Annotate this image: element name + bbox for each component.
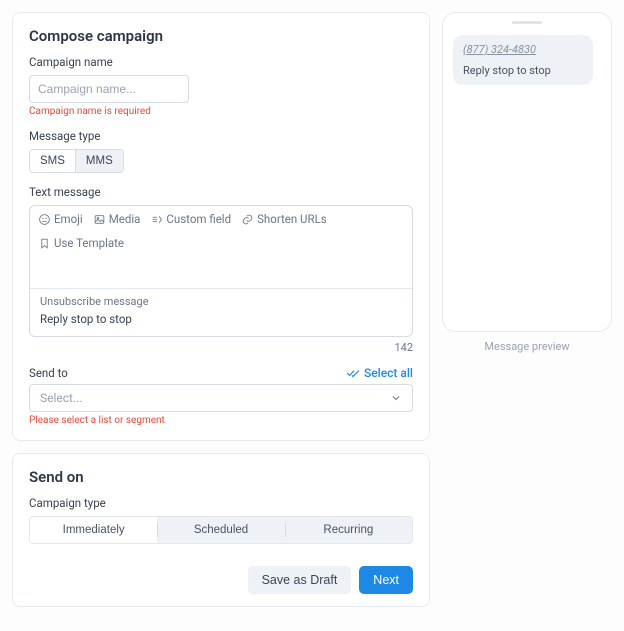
char-counter: 142 xyxy=(29,341,413,354)
message-type-mms[interactable]: MMS xyxy=(75,150,123,172)
link-icon xyxy=(241,213,254,226)
message-editor: Emoji Media Custom field Shorten UR xyxy=(29,205,413,337)
send-on-panel: Send on Campaign type Immediately Schedu… xyxy=(12,453,430,607)
media-icon xyxy=(93,213,106,226)
phone-preview: (877) 324-4830 Reply stop to stop xyxy=(442,12,612,332)
send-to-error: Please select a list or segment xyxy=(29,415,413,426)
emoji-icon xyxy=(38,213,51,226)
send-on-title: Send on xyxy=(29,468,413,486)
preview-phone-number: (877) 324-4830 xyxy=(463,43,583,56)
preview-body: Reply stop to stop xyxy=(463,64,551,77)
tool-custom-field[interactable]: Custom field xyxy=(150,212,231,226)
select-all-button[interactable]: Select all xyxy=(346,366,413,380)
send-to-dropdown[interactable]: Select... xyxy=(29,384,413,412)
campaign-name-group: Campaign name Campaign name is required xyxy=(29,55,413,117)
bookmark-icon xyxy=(38,237,51,250)
tool-use-template-label: Use Template xyxy=(54,236,124,250)
campaign-type-label: Campaign type xyxy=(29,496,413,510)
save-draft-button[interactable]: Save as Draft xyxy=(248,566,352,594)
preview-bubble: (877) 324-4830 Reply stop to stop xyxy=(453,35,593,85)
preview-caption: Message preview xyxy=(442,340,612,353)
tool-custom-field-label: Custom field xyxy=(166,212,231,226)
send-to-label: Send to xyxy=(29,366,68,380)
campaign-name-error: Campaign name is required xyxy=(29,106,413,117)
tool-emoji[interactable]: Emoji xyxy=(38,212,83,226)
tab-immediately[interactable]: Immediately xyxy=(30,517,157,543)
tab-scheduled[interactable]: Scheduled xyxy=(157,517,284,543)
custom-field-icon xyxy=(150,213,163,226)
message-type-group: Message type SMS MMS xyxy=(29,129,413,173)
unsubscribe-text: Reply stop to stop xyxy=(40,312,402,326)
compose-panel: Compose campaign Campaign name Campaign … xyxy=(12,12,430,441)
campaign-name-label: Campaign name xyxy=(29,55,413,69)
select-all-label: Select all xyxy=(364,366,413,380)
tab-recurring[interactable]: Recurring xyxy=(285,517,412,543)
campaign-name-input[interactable] xyxy=(29,75,189,103)
text-message-label: Text message xyxy=(29,185,413,199)
compose-title: Compose campaign xyxy=(29,27,413,45)
unsubscribe-block: Unsubscribe message Reply stop to stop xyxy=(30,288,412,336)
text-message-group: Text message Emoji Media Cus xyxy=(29,185,413,354)
send-to-group: Send to Select all Select... Please sele… xyxy=(29,366,413,426)
tool-use-template[interactable]: Use Template xyxy=(38,236,124,250)
tool-shorten-urls[interactable]: Shorten URLs xyxy=(241,212,327,226)
message-textarea[interactable] xyxy=(30,256,412,288)
unsubscribe-label: Unsubscribe message xyxy=(40,295,402,308)
next-button[interactable]: Next xyxy=(359,566,413,594)
footer-buttons: Save as Draft Next xyxy=(29,566,413,594)
chevron-down-icon xyxy=(390,392,402,404)
tool-shorten-urls-label: Shorten URLs xyxy=(257,212,327,226)
preview-column: (877) 324-4830 Reply stop to stop Messag… xyxy=(442,12,612,353)
tool-media[interactable]: Media xyxy=(93,212,141,226)
send-to-placeholder: Select... xyxy=(40,391,82,405)
message-type-sms[interactable]: SMS xyxy=(30,150,75,172)
tool-emoji-label: Emoji xyxy=(54,212,83,226)
message-type-label: Message type xyxy=(29,129,413,143)
message-type-segment: SMS MMS xyxy=(29,149,124,173)
check-all-icon xyxy=(346,366,360,380)
message-toolbar: Emoji Media Custom field Shorten UR xyxy=(30,206,412,256)
tool-media-label: Media xyxy=(109,212,141,226)
campaign-type-segment: Immediately Scheduled Recurring xyxy=(29,516,413,544)
